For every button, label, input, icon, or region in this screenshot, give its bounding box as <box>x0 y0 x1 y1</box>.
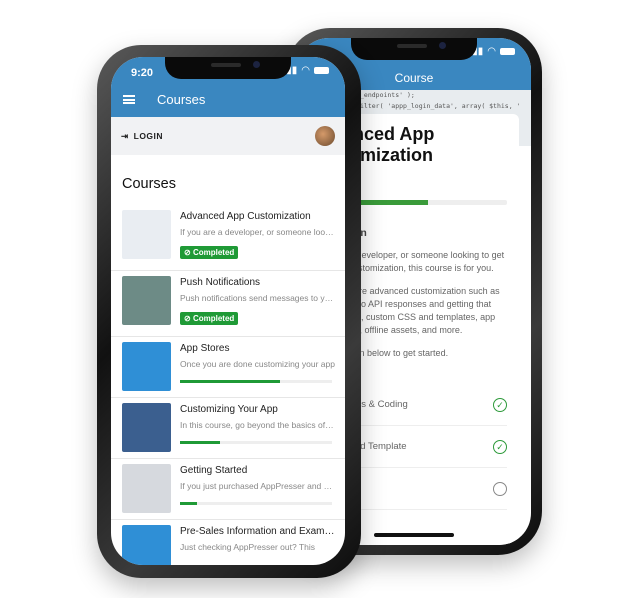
course-title: Getting Started <box>180 465 248 476</box>
list-item[interactable]: Getting Started If you just purchased App… <box>111 459 345 520</box>
avatar[interactable] <box>315 126 335 146</box>
code-line: _endpoints' ); <box>360 91 415 99</box>
menu-icon[interactable] <box>123 95 135 104</box>
course-description: If you are a developer, or someone looki… <box>180 227 335 237</box>
list-item[interactable]: App Stores Once you are done customizing … <box>111 337 345 398</box>
course-progress <box>180 502 332 505</box>
list-item[interactable]: Advanced App Customization If you are a d… <box>111 205 345 271</box>
empty-circle-icon <box>493 481 507 496</box>
course-thumbnail <box>122 210 171 259</box>
course-description: Push notifications send messages to your… <box>180 293 335 303</box>
home-indicator <box>374 533 454 537</box>
course-description: If you just purchased AppPresser and wan… <box>180 481 335 491</box>
header-title: Courses <box>157 92 206 107</box>
battery-icon <box>500 48 515 55</box>
course-thumbnail <box>122 403 171 452</box>
course-title: Customizing Your App <box>180 404 278 415</box>
course-thumbnail <box>122 342 171 391</box>
status-time: 9:20 <box>131 67 154 79</box>
front-phone: 9:20 Courses ▮▮▮◠ ⇥ LOGIN Courses Advanc… <box>97 45 361 578</box>
course-title: Advanced App Customization <box>180 211 311 222</box>
course-description: In this course, go beyond the basics of … <box>180 420 335 430</box>
notch <box>165 57 291 79</box>
check-circle-icon: ✓ <box>493 439 507 454</box>
battery-icon <box>314 67 329 74</box>
course-progress <box>180 380 332 383</box>
course-list: Advanced App Customization If you are a d… <box>111 205 345 565</box>
course-progress <box>180 441 332 444</box>
course-title: App Stores <box>180 343 230 354</box>
list-item[interactable]: Push Notifications Push notifications sen… <box>111 271 345 337</box>
list-item[interactable]: Pre-Sales Information and Examples Just c… <box>111 520 345 565</box>
courses-screen: 9:20 Courses ▮▮▮◠ ⇥ LOGIN Courses Advanc… <box>111 57 345 565</box>
code-line: ilter( 'appp_login_data', array( $this, … <box>360 102 521 110</box>
check-circle-icon: ✓ <box>493 397 507 412</box>
login-icon[interactable]: ⇥ <box>121 131 129 142</box>
login-bar: ⇥ LOGIN <box>111 117 345 155</box>
completed-badge: ⊘ Completed <box>180 312 239 325</box>
course-thumbnail <box>122 276 171 325</box>
notch <box>351 38 477 60</box>
course-thumbnail <box>122 464 171 513</box>
course-title: Push Notifications <box>180 277 261 288</box>
course-description: Once you are done customizing your app <box>180 359 335 369</box>
login-button[interactable]: LOGIN <box>134 131 163 141</box>
completed-badge: ⊘ Completed <box>180 246 239 259</box>
page-title: Courses <box>122 176 176 192</box>
course-description: Just checking AppPresser out? This <box>180 542 315 552</box>
course-title: Pre-Sales Information and Examples <box>180 526 335 537</box>
list-item[interactable]: Customizing Your App In this course, go b… <box>111 398 345 459</box>
course-thumbnail <box>122 525 171 565</box>
